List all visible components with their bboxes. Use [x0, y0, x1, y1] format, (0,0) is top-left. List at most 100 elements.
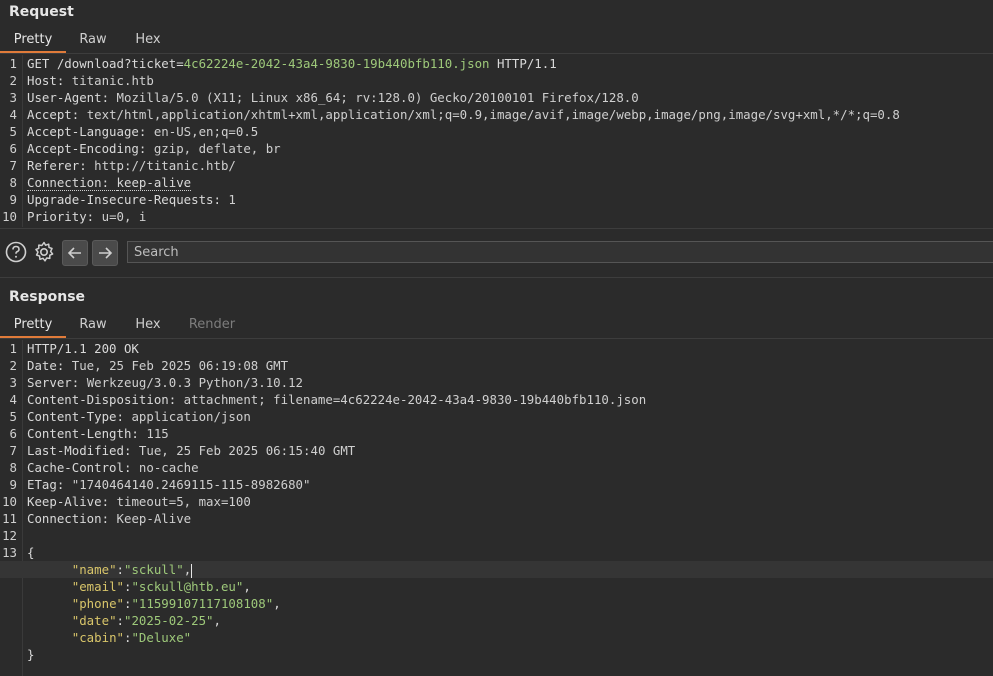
- request-editor[interactable]: 1 GET /download?ticket=4c62224e-2042-43a4…: [0, 55, 993, 227]
- line-number: 9: [9, 477, 17, 492]
- code-text: HTTP/1.1 200 OK: [27, 340, 139, 357]
- code-text: "name":"sckull",: [27, 561, 193, 578]
- code-token: Keep-Alive:: [27, 494, 117, 509]
- code-token: Priority:: [27, 209, 102, 224]
- code-token: no-cache: [138, 460, 199, 475]
- code-token: attachment; filename=4c62224e-2042-43a4-…: [183, 392, 647, 407]
- code-text: "date":"2025-02-25",: [27, 612, 221, 629]
- code-token: "email": [71, 579, 124, 594]
- code-line: 3 User-Agent: Mozilla/5.0 (X11; Linux x86…: [0, 89, 993, 106]
- code-line: 1 HTTP/1.1 200 OK: [0, 340, 993, 357]
- line-number: 3: [9, 375, 17, 390]
- code-line: "email":"sckull@htb.eu",: [0, 578, 993, 595]
- code-token: "Deluxe": [131, 630, 192, 645]
- code-line: 2 Date: Tue, 25 Feb 2025 06:19:08 GMT: [0, 357, 993, 374]
- code-text: Date: Tue, 25 Feb 2025 06:19:08 GMT: [27, 357, 288, 374]
- request-tabs: Pretty Raw Hex: [0, 29, 993, 54]
- code-token: ,: [183, 562, 192, 577]
- code-line: 10 Keep-Alive: timeout=5, max=100: [0, 493, 993, 510]
- line-number: 1: [9, 56, 17, 71]
- response-tabs: Pretty Raw Hex Render: [0, 314, 993, 339]
- tab-response-pretty[interactable]: Pretty: [0, 314, 66, 338]
- tab-request-raw[interactable]: Raw: [66, 29, 120, 51]
- code-text: GET /download?ticket=4c62224e-2042-43a4-…: [27, 55, 557, 72]
- code-token: {: [27, 545, 35, 560]
- code-text: Accept-Language: en-US,en;q=0.5: [27, 123, 258, 140]
- text-cursor: [191, 563, 193, 578]
- code-token: Accept-Language:: [27, 124, 154, 139]
- code-token: text/html,application/xhtml+xml,applicat…: [86, 107, 900, 122]
- line-number: 2: [9, 73, 17, 88]
- code-line: "date":"2025-02-25",: [0, 612, 993, 629]
- code-token: ,: [213, 613, 221, 628]
- tab-response-render[interactable]: Render: [176, 314, 248, 336]
- code-text: }: [27, 646, 34, 663]
- search-toolbar: [0, 228, 993, 278]
- code-line: 6 Accept-Encoding: gzip, deflate, br: [0, 140, 993, 157]
- code-line: 9 Upgrade-Insecure-Requests: 1: [0, 191, 993, 208]
- code-token: "1740464140.2469115-115-8982680": [71, 477, 311, 492]
- code-token: ETag:: [27, 477, 72, 492]
- tab-request-pretty[interactable]: Pretty: [0, 29, 66, 53]
- line-number: 9: [9, 192, 17, 207]
- line-number: 4: [9, 107, 17, 122]
- line-number: 12: [2, 528, 17, 543]
- code-line: 9 ETag: "1740464140.2469115-115-8982680": [0, 476, 993, 493]
- code-text: Server: Werkzeug/3.0.3 Python/3.10.12: [27, 374, 303, 391]
- code-token: :: [116, 613, 124, 628]
- tab-response-raw[interactable]: Raw: [66, 314, 120, 336]
- line-number: 4: [9, 392, 17, 407]
- code-token: en-US,en;q=0.5: [153, 124, 259, 139]
- line-number: 5: [9, 124, 17, 139]
- back-button[interactable]: [62, 240, 88, 266]
- code-line: 7 Last-Modified: Tue, 25 Feb 2025 06:15:4…: [0, 442, 993, 459]
- help-icon[interactable]: [5, 241, 27, 263]
- line-number: 6: [9, 141, 17, 156]
- code-token: "name": [71, 562, 117, 577]
- code-line: 12: [0, 527, 993, 544]
- code-token: Werkzeug/3.0.3 Python/3.10.12: [86, 375, 304, 390]
- code-line: 11 Connection: Keep-Alive: [0, 510, 993, 527]
- line-number: 10: [2, 209, 17, 224]
- code-token: "11599107117108108": [131, 596, 274, 611]
- line-number: 7: [9, 443, 17, 458]
- code-token: http://titanic.htb/: [94, 158, 236, 173]
- code-text: Last-Modified: Tue, 25 Feb 2025 06:15:40…: [27, 442, 355, 459]
- code-token: Connection:: [27, 511, 117, 526]
- line-number: 10: [2, 494, 17, 509]
- tab-request-hex[interactable]: Hex: [120, 29, 176, 51]
- code-token: Accept:: [27, 107, 87, 122]
- code-token: "sckull": [124, 562, 184, 577]
- code-text: "email":"sckull@htb.eu",: [27, 578, 251, 595]
- search-box[interactable]: [127, 241, 993, 263]
- code-token: Upgrade-Insecure-Requests:: [27, 192, 229, 207]
- code-text: Content-Disposition: attachment; filenam…: [27, 391, 646, 408]
- code-token: 1: [228, 192, 236, 207]
- code-text: Priority: u=0, i: [27, 208, 146, 225]
- code-token: Last-Modified:: [27, 443, 139, 458]
- line-number: 2: [9, 358, 17, 373]
- tab-response-hex[interactable]: Hex: [120, 314, 176, 336]
- code-line: "cabin":"Deluxe": [0, 629, 993, 646]
- code-line: 4 Accept: text/html,application/xhtml+xml…: [0, 106, 993, 123]
- code-text: Host: titanic.htb: [27, 72, 154, 89]
- code-token: Cache-Control:: [27, 460, 139, 475]
- code-token: "phone": [71, 596, 124, 611]
- response-editor[interactable]: 1 HTTP/1.1 200 OK 2 Date: Tue, 25 Feb 2025 …: [0, 340, 993, 676]
- request-title: Request: [9, 4, 74, 20]
- arrow-right-icon: [99, 247, 113, 259]
- code-token: u=0, i: [101, 209, 147, 224]
- forward-button[interactable]: [92, 240, 118, 266]
- code-token: Keep-Alive: [116, 511, 192, 526]
- code-token: 115: [146, 426, 169, 441]
- search-input[interactable]: [128, 242, 993, 262]
- code-token: Mozilla/5.0 (X11; Linux x86_64; rv:128.0…: [116, 90, 639, 105]
- line-number: 3: [9, 90, 17, 105]
- code-line: 6 Content-Length: 115: [0, 425, 993, 442]
- code-line: 5 Content-Type: application/json: [0, 408, 993, 425]
- code-text: Referer: http://titanic.htb/: [27, 157, 236, 174]
- code-text: {: [27, 544, 34, 561]
- gear-icon[interactable]: [33, 241, 55, 263]
- code-line: 13 {: [0, 544, 993, 561]
